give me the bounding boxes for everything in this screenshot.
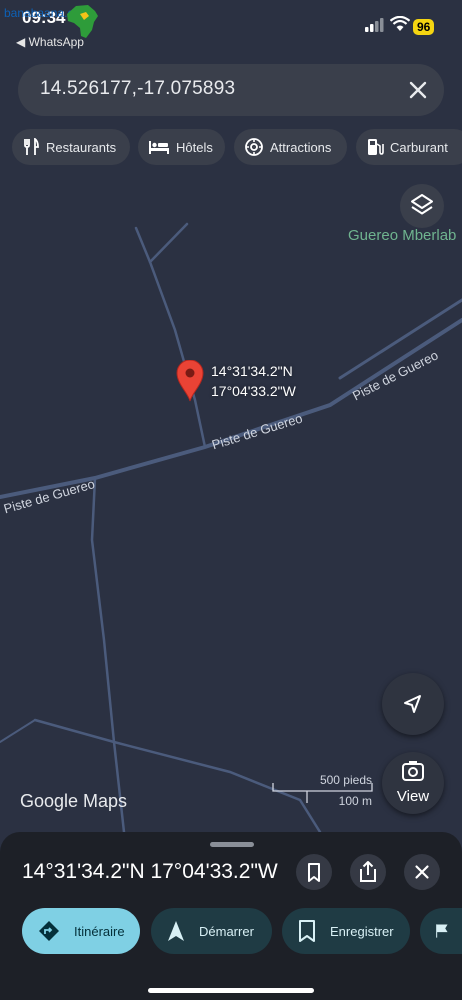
pin-coordinates-label: 14°31'34.2"N 17°04'33.2"W: [211, 361, 296, 401]
bookmark-icon: [308, 863, 320, 882]
home-indicator[interactable]: [148, 988, 314, 993]
directions-icon: [39, 921, 59, 941]
my-location-button[interactable]: [382, 673, 444, 735]
status-bar: 09:34 banabaana.com ◀ WhatsApp 96: [0, 0, 462, 54]
search-bar[interactable]: 14.526177,-17.075893: [18, 64, 444, 116]
close-sheet-button[interactable]: [404, 854, 440, 890]
road-piste-de-guereo: [0, 318, 462, 499]
chip-hotels[interactable]: Hôtels: [138, 129, 225, 165]
place-label[interactable]: Guereo Mberlab: [348, 227, 456, 244]
pin-latitude: 14°31'34.2"N: [211, 363, 293, 379]
layers-icon: [411, 194, 433, 215]
place-sheet: 14°31'34.2"N 17°04'33.2"W Itinéraire Dém…: [0, 832, 462, 1000]
start-button[interactable]: Démarrer: [151, 908, 272, 954]
chip-label: Carburant: [390, 139, 448, 155]
sheet-handle[interactable]: [210, 842, 254, 847]
directions-label: Itinéraire: [74, 923, 125, 939]
wifi-icon: [390, 16, 410, 31]
layers-button[interactable]: [400, 184, 444, 228]
sheet-title: 14°31'34.2"N 17°04'33.2"W: [22, 860, 278, 883]
map-scale: 500 pieds 100 m: [272, 773, 382, 811]
navigation-arrow-icon: [404, 695, 421, 713]
track-lower-west: [0, 719, 36, 743]
back-to-whatsapp[interactable]: ◀ WhatsApp: [16, 35, 84, 49]
save-label: Enregistrer: [330, 923, 394, 939]
chip-label: Attractions: [270, 139, 332, 155]
camera-view-icon: [402, 761, 424, 781]
chip-restaurants[interactable]: Restaurants: [12, 129, 130, 165]
share-icon: [360, 861, 376, 882]
category-chips: Restaurants Hôtels Attractions Carburant: [12, 129, 462, 165]
pin-longitude: 17°04'33.2"W: [211, 383, 296, 399]
street-view-button[interactable]: View: [382, 752, 444, 814]
track-north: [134, 226, 207, 449]
close-icon[interactable]: [402, 74, 434, 106]
track-south: [90, 476, 126, 834]
chip-label: Restaurants: [46, 139, 117, 155]
chip-attractions[interactable]: Attractions: [234, 129, 347, 165]
fuel-pump-icon: [368, 139, 384, 155]
label-button[interactable]: [420, 908, 462, 954]
save-action-button[interactable]: Enregistrer: [282, 908, 410, 954]
navigation-arrow-icon: [168, 921, 184, 941]
view-label: View: [396, 788, 430, 805]
flag-icon: [436, 924, 448, 938]
search-input[interactable]: 14.526177,-17.075893: [40, 78, 235, 100]
share-button[interactable]: [350, 854, 386, 890]
track-north-fork: [148, 222, 189, 264]
google-maps-logo: Google Maps: [20, 791, 128, 811]
battery-indicator: 96: [413, 19, 435, 35]
scale-meters: 100 m: [338, 794, 372, 808]
map-pin-icon[interactable]: [176, 360, 204, 402]
directions-button[interactable]: Itinéraire: [22, 908, 140, 954]
chip-label: Hôtels: [176, 139, 213, 155]
signal-icon: [365, 18, 384, 32]
fork-knife-icon: [24, 138, 39, 155]
bookmark-icon: [299, 920, 315, 942]
start-label: Démarrer: [199, 923, 254, 939]
save-button[interactable]: [296, 854, 332, 890]
bed-icon: [149, 141, 169, 154]
close-icon: [415, 865, 429, 879]
chip-carburant[interactable]: Carburant: [356, 129, 462, 165]
camera-icon: [245, 138, 263, 156]
action-buttons: Itinéraire Démarrer Enregistrer: [0, 908, 462, 954]
